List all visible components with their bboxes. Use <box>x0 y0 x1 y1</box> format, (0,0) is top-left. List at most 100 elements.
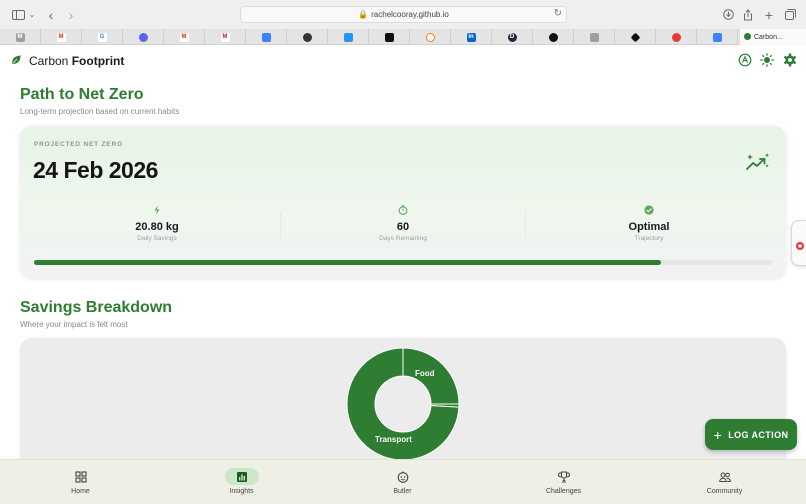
net-zero-progress-bar <box>34 260 772 265</box>
pinned-tab[interactable] <box>533 29 574 45</box>
projection-card: PROJECTED NET ZERO 24 Feb 2026 20.80 kg … <box>20 126 786 278</box>
projected-label: PROJECTED NET ZERO <box>34 141 123 148</box>
stat-label: Trajectory <box>634 235 664 242</box>
gmail-icon: M <box>179 32 189 42</box>
app-icon <box>630 32 640 42</box>
pinned-tab[interactable] <box>328 29 369 45</box>
reload-icon[interactable]: ↻ <box>554 8 562 19</box>
side-panel-handle[interactable] <box>791 220 806 266</box>
savings-donut-chart: Food Transport <box>346 347 460 461</box>
tab-overview-icon[interactable] <box>783 6 797 23</box>
active-tab-title: Carbon... <box>754 33 783 41</box>
back-icon[interactable]: ‹ <box>45 6 57 23</box>
trophy-icon <box>547 468 581 485</box>
chevron-down-icon[interactable]: ⌄ <box>28 6 36 23</box>
app-icon: D <box>507 32 517 42</box>
trend-sparkle-icon <box>746 153 770 170</box>
stat-value: 20.80 kg <box>135 221 179 233</box>
google-icon: G <box>97 32 107 42</box>
timer-icon <box>398 205 408 215</box>
extension-icon <box>795 238 805 250</box>
tab-strip: M M G M M in D Carbon... <box>0 29 806 45</box>
browser-toolbar: ⌄ ‹ › 🔒 rachelcooray.github.io ↻ + <box>0 0 806 29</box>
forward-icon[interactable]: › <box>65 6 77 23</box>
slice-label-transport: Transport <box>375 435 412 444</box>
gmail-icon: M <box>56 32 66 42</box>
pinned-tab[interactable]: M <box>41 29 82 45</box>
pinned-tab[interactable]: M <box>205 29 246 45</box>
download-icon[interactable] <box>721 6 735 23</box>
nav-label: Home <box>71 488 90 495</box>
app-icon <box>261 32 271 42</box>
new-tab-icon[interactable]: + <box>762 6 776 23</box>
stat-days-remaining: 60 Days Remaining <box>328 205 478 242</box>
projected-date: 24 Feb 2026 <box>33 157 158 183</box>
bar-chart-icon <box>224 468 259 485</box>
pinned-tab[interactable] <box>697 29 738 45</box>
net-zero-subtitle: Long-term projection based on current ha… <box>20 107 180 116</box>
nav-label: Insights <box>229 488 254 495</box>
url-bar[interactable]: 🔒 rachelcooray.github.io ↻ <box>240 6 567 23</box>
m-app-icon: M <box>15 32 25 42</box>
savings-chart-card: Food Transport <box>20 338 786 478</box>
log-action-button[interactable]: + LOG ACTION <box>705 419 797 450</box>
nav-home[interactable]: Home <box>0 460 161 504</box>
pinned-tab[interactable] <box>123 29 164 45</box>
pinned-tab[interactable] <box>369 29 410 45</box>
pinned-tab[interactable]: M <box>0 29 41 45</box>
stat-value: 60 <box>396 221 410 233</box>
translate-icon[interactable] <box>738 53 752 67</box>
savings-title: Savings Breakdown <box>20 299 173 316</box>
sun-icon[interactable] <box>760 53 774 67</box>
nav-community[interactable]: Community <box>644 460 805 504</box>
pinned-tab[interactable] <box>615 29 656 45</box>
log-action-label: LOG ACTION <box>728 429 789 440</box>
nav-challenges[interactable]: Challenges <box>483 460 644 504</box>
check-circle-icon <box>644 205 654 215</box>
nav-insights[interactable]: Insights <box>161 460 322 504</box>
pinned-tab[interactable]: G <box>82 29 123 45</box>
nav-label: Community <box>706 488 743 495</box>
pinned-tab[interactable]: M <box>164 29 205 45</box>
nav-butler[interactable]: Butler <box>322 460 483 504</box>
linkedin-icon: in <box>466 32 476 42</box>
active-tab[interactable]: Carbon... <box>740 29 806 45</box>
stat-label: Daily Savings <box>137 235 177 242</box>
slice-label-food: Food <box>415 369 435 378</box>
carbon-favicon-icon <box>744 33 751 40</box>
lock-icon: 🔒 <box>358 10 369 19</box>
savings-subtitle: Where your impact is felt most <box>20 320 128 329</box>
sidebar-toggle-icon[interactable] <box>10 6 26 23</box>
github-icon <box>548 32 558 42</box>
stat-daily-savings: 20.80 kg Daily Savings <box>82 205 232 242</box>
share-icon[interactable] <box>741 6 755 23</box>
app-icon <box>589 32 599 42</box>
nav-label: Butler <box>393 488 412 495</box>
progress-fill <box>34 260 662 265</box>
stat-divider <box>280 212 281 238</box>
brand-bold: Footprint <box>71 54 125 68</box>
pinned-tab[interactable]: D <box>492 29 533 45</box>
pinned-tab[interactable]: in <box>451 29 492 45</box>
stat-label: Days Remaining <box>379 235 427 242</box>
pinned-tab[interactable] <box>287 29 328 45</box>
gmail-icon: M <box>220 32 230 42</box>
bottom-nav: Home Insights Butler Challenges Communit… <box>0 459 806 504</box>
stat-divider <box>525 212 526 238</box>
plus-icon: + <box>713 426 723 443</box>
pinned-tab[interactable] <box>574 29 615 45</box>
pinned-tab[interactable] <box>246 29 287 45</box>
bolt-icon <box>154 205 160 215</box>
brand-title[interactable]: Carbon Footprint <box>29 54 124 68</box>
people-icon <box>708 468 742 485</box>
brand-regular: Carbon <box>29 54 69 68</box>
nav-label: Challenges <box>545 488 582 495</box>
leaf-icon <box>12 55 21 64</box>
app-header: Carbon Footprint <box>0 45 806 77</box>
pinned-tab[interactable] <box>656 29 697 45</box>
pinned-tab[interactable] <box>410 29 451 45</box>
discord-icon <box>138 32 148 42</box>
docker-icon <box>343 32 353 42</box>
gear-icon[interactable] <box>783 53 797 67</box>
net-zero-title: Path to Net Zero <box>20 86 144 103</box>
